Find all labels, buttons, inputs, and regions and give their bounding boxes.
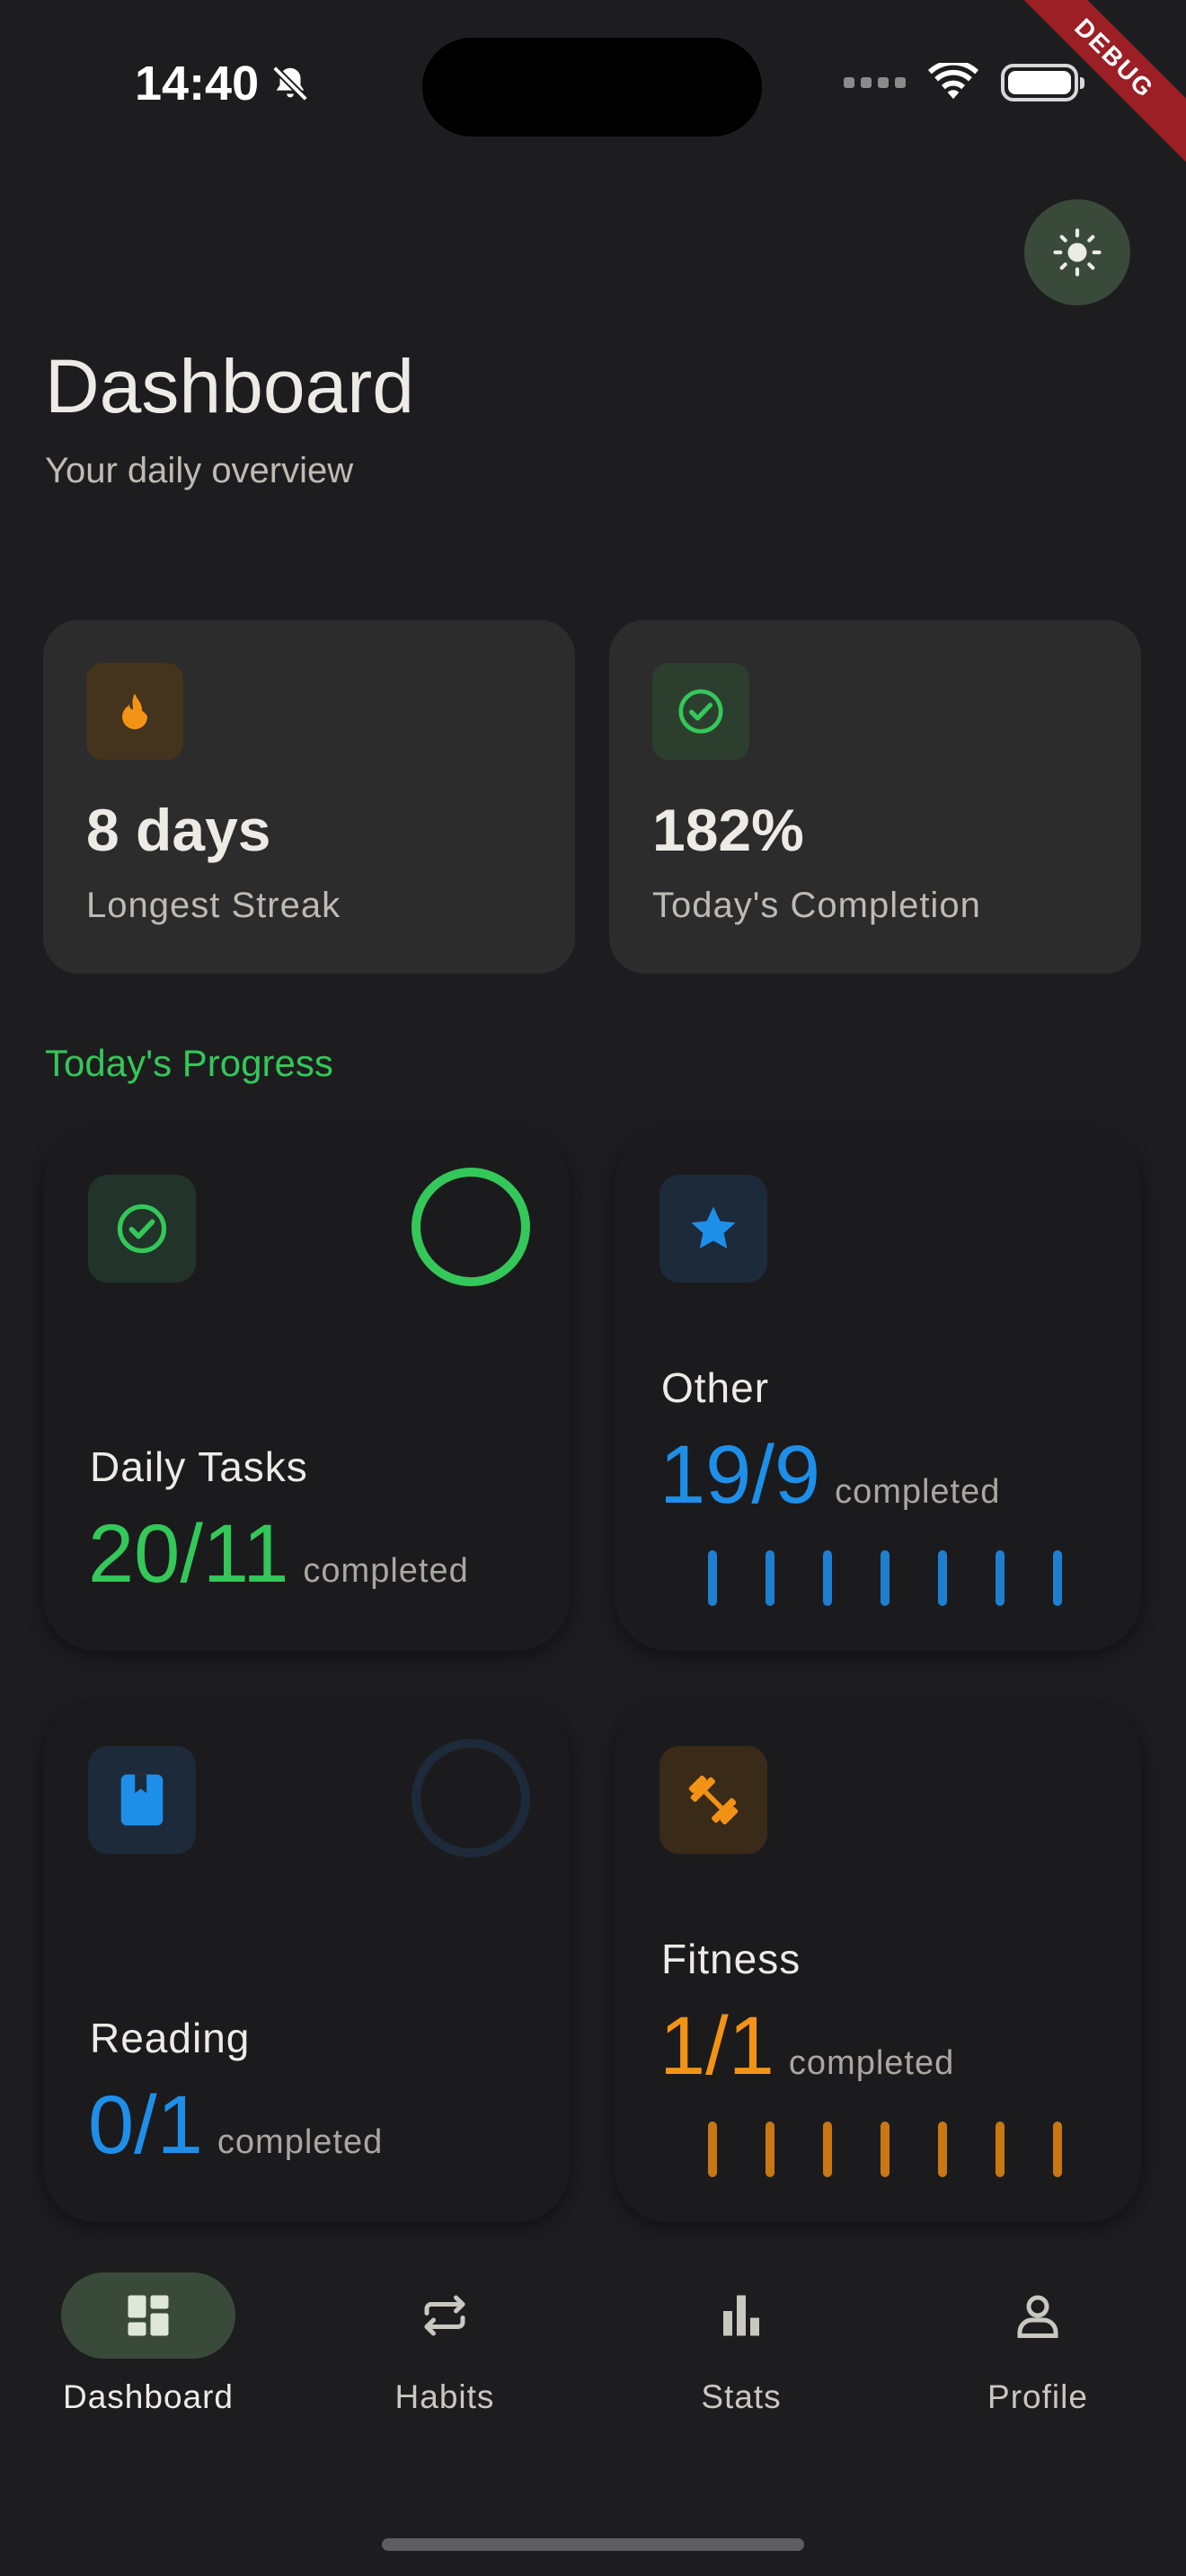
completion-label: Today's Completion: [652, 886, 981, 925]
completion-stat-card[interactable]: 182% Today's Completion: [609, 620, 1141, 974]
day-bar: [1053, 2122, 1062, 2177]
status-time: 14:40: [135, 56, 311, 111]
progress-ring: [412, 1168, 530, 1286]
page-title: Dashboard: [45, 344, 414, 428]
dashboard-icon: [61, 2272, 235, 2359]
dumbbell-icon: [659, 1746, 767, 1854]
streak-value: 8 days: [86, 797, 271, 863]
day-bar: [766, 1550, 774, 1606]
progress-ring: [412, 1739, 530, 1857]
streak-label: Longest Streak: [86, 886, 341, 925]
card-count: 0/1 completed: [88, 2078, 383, 2173]
count-value: 0/1: [88, 2079, 203, 2171]
bar-chart-icon: [654, 2272, 828, 2359]
nav-item-habits[interactable]: Habits: [332, 2272, 557, 2416]
day-bar: [881, 1550, 890, 1606]
check-circle-icon: [652, 663, 749, 760]
weekly-bars: [708, 1550, 1062, 1606]
day-bar: [996, 2122, 1005, 2177]
nav-label-stats: Stats: [701, 2378, 782, 2415]
home-indicator[interactable]: [382, 2538, 804, 2551]
battery-icon: [1001, 64, 1084, 101]
status-time-text: 14:40: [135, 57, 260, 110]
streak-stat-card[interactable]: 8 days Longest Streak: [43, 620, 575, 974]
book-icon: [88, 1746, 196, 1854]
progress-card-reading[interactable]: Reading 0/1 completed: [43, 1703, 570, 2222]
card-title: Other: [661, 1364, 770, 1411]
nav-label-profile: Profile: [987, 2378, 1088, 2415]
day-bar: [1053, 1550, 1062, 1606]
repeat-icon: [358, 2272, 532, 2359]
count-value: 19/9: [659, 1429, 821, 1521]
section-title: Today's Progress: [45, 1042, 333, 1084]
nav-item-profile[interactable]: Profile: [925, 2272, 1150, 2416]
card-title: Fitness: [661, 1936, 801, 1982]
card-count: 1/1 completed: [659, 1999, 954, 2094]
day-bar: [938, 2122, 947, 2177]
day-bar: [823, 2122, 832, 2177]
day-bar: [766, 2122, 774, 2177]
bottom-nav: Dashboard Habits Stats Profile: [0, 2272, 1186, 2479]
weekly-bars: [708, 2122, 1062, 2177]
count-value: 20/11: [88, 1508, 289, 1600]
star-icon: [659, 1175, 767, 1283]
page-subtitle: Your daily overview: [45, 451, 354, 490]
day-bar: [823, 1550, 832, 1606]
cellular-signal-icon: [844, 77, 906, 88]
flame-icon: [86, 663, 183, 760]
nav-label-dashboard: Dashboard: [62, 2378, 234, 2415]
count-value: 1/1: [659, 2000, 774, 2092]
nav-item-dashboard[interactable]: Dashboard: [36, 2272, 261, 2416]
count-unit: completed: [835, 1473, 1001, 1511]
card-title: Reading: [90, 2015, 251, 2061]
count-unit: completed: [788, 2044, 955, 2082]
card-count: 19/9 completed: [659, 1428, 1000, 1522]
progress-card-daily-tasks[interactable]: Daily Tasks 20/11 completed: [43, 1132, 570, 1651]
sun-icon: [1053, 228, 1102, 277]
count-unit: completed: [303, 1552, 469, 1590]
check-circle-icon: [88, 1175, 196, 1283]
card-title: Daily Tasks: [90, 1443, 308, 1490]
day-bar: [881, 2122, 890, 2177]
count-unit: completed: [217, 2123, 384, 2161]
progress-card-fitness[interactable]: Fitness 1/1 completed: [615, 1703, 1141, 2222]
day-bar: [708, 1550, 717, 1606]
card-count: 20/11 completed: [88, 1507, 469, 1601]
day-bar: [708, 2122, 717, 2177]
bell-muted-icon: [272, 66, 309, 101]
nav-item-stats[interactable]: Stats: [629, 2272, 854, 2416]
wifi-icon: [927, 63, 979, 100]
day-bar: [938, 1550, 947, 1606]
dynamic-island: [422, 38, 762, 137]
completion-value: 182%: [652, 797, 804, 863]
status-indicators: [844, 63, 1084, 102]
person-icon: [951, 2272, 1125, 2359]
progress-card-other[interactable]: Other 19/9 completed: [615, 1132, 1141, 1651]
dashboard-screen: 14:40 DEBUG Dashboard Your daily overvie…: [0, 0, 1186, 2576]
theme-toggle-button[interactable]: [1024, 199, 1130, 305]
day-bar: [996, 1550, 1005, 1606]
nav-label-habits: Habits: [394, 2378, 495, 2415]
